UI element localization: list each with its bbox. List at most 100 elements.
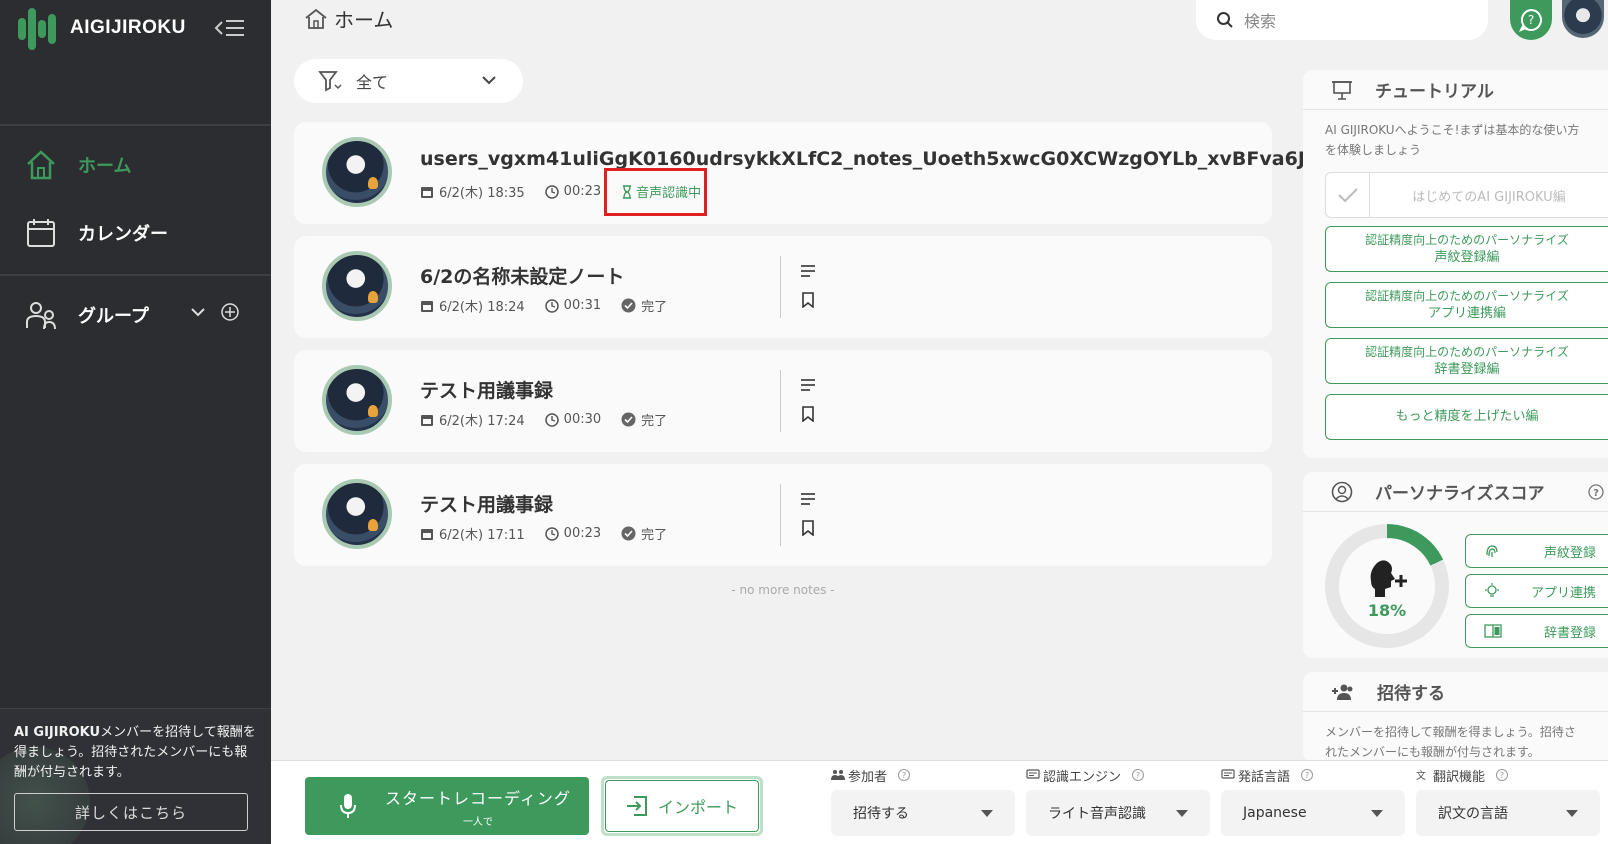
user-avatar[interactable] xyxy=(1562,0,1604,38)
note-card[interactable]: users_vgxm41uliGgK0160udrsykkXLfC2_notes… xyxy=(294,122,1337,224)
help-icon[interactable]: ? xyxy=(1588,483,1604,500)
sidebar-divider xyxy=(0,274,271,276)
sidebar: AIGIJIROKU ホーム カレンダー グループ AI GIJIROKUメンバ… xyxy=(0,0,271,844)
fingerprint-icon xyxy=(1486,545,1498,557)
tutorial-first-item[interactable]: はじめてのAI GIJIROKU編 xyxy=(1325,172,1608,218)
engine-option: 認識エンジン? ライト音声認識 xyxy=(1026,767,1210,836)
invite-header: 招待する xyxy=(1303,672,1608,712)
tutorial-more-accuracy-button[interactable]: もっと精度を上げたい編 xyxy=(1325,394,1608,440)
note-date: 6/2(木) 18:24 xyxy=(439,300,525,315)
start-recording-button[interactable]: スタートレコーディング 一人で xyxy=(305,777,589,835)
note-date: 6/2(木) 17:24 xyxy=(439,414,525,429)
sidebar-item-label: グループ xyxy=(78,306,149,327)
clock-icon xyxy=(544,184,559,199)
invite-description: メンバーを招待して報酬を得ましょう。招待されたメンバーにも報酬が付与されます。 xyxy=(1325,725,1576,759)
filter-value: 全て xyxy=(356,73,389,92)
presentation-board-icon xyxy=(1332,80,1352,100)
add-group-icon[interactable] xyxy=(220,302,240,322)
sidebar-item-group[interactable]: グループ xyxy=(24,298,149,332)
dropdown-arrow-icon xyxy=(1176,810,1188,817)
group-tools xyxy=(190,302,240,322)
check-circle-icon xyxy=(621,298,636,313)
personalize-score-panel: パーソナライズスコア ? 18% 声紋登録 アプリ連携 辞書登録 xyxy=(1303,472,1608,658)
note-separator xyxy=(780,484,781,546)
translation-select[interactable]: 訳文の言語 xyxy=(1416,790,1600,836)
calendar-icon xyxy=(421,414,433,426)
score-header: パーソナライズスコア ? xyxy=(1303,472,1608,512)
bookmark-icon[interactable] xyxy=(800,292,816,308)
dropdown-arrow-icon xyxy=(1566,810,1578,817)
note-date: 6/2(木) 18:35 xyxy=(439,186,525,201)
page-title: ホーム xyxy=(304,4,393,33)
note-separator xyxy=(780,370,781,432)
svg-text:?: ? xyxy=(1593,488,1599,499)
tutorial-app-link-button[interactable]: 認証精度向上のためのパーソナライズ アプリ連携編 xyxy=(1325,282,1608,328)
sidebar-item-calendar[interactable]: カレンダー xyxy=(24,216,168,250)
search-placeholder: 検索 xyxy=(1244,12,1277,31)
chevron-down-icon[interactable] xyxy=(190,306,206,318)
user-circle-icon xyxy=(1331,481,1353,502)
score-ring: 18% xyxy=(1325,524,1449,648)
note-card[interactable]: 6/2の名称未設定ノート 6/2(木) 18:24 00:31 完了 xyxy=(294,236,1272,338)
summary-lines-icon[interactable] xyxy=(800,492,816,506)
import-button[interactable]: インポート xyxy=(601,776,763,836)
summary-lines-icon[interactable] xyxy=(800,264,816,278)
help-button[interactable]: ? xyxy=(1510,0,1552,40)
lightbulb-icon xyxy=(1485,583,1499,597)
dictionary-button[interactable]: 辞書登録 xyxy=(1465,614,1608,648)
note-duration: 00:23 xyxy=(563,184,602,199)
note-status: 完了 xyxy=(621,296,667,315)
logo-text: AIGIJIROKU xyxy=(70,17,186,38)
microphone-icon xyxy=(340,794,356,818)
participants-select[interactable]: 招待する xyxy=(831,790,1015,836)
logo[interactable]: AIGIJIROKU xyxy=(16,6,186,50)
tutorial-voiceprint-button[interactable]: 認証精度向上のためのパーソナライズ 声紋登録編 xyxy=(1325,226,1608,272)
home-icon xyxy=(305,8,327,29)
note-card[interactable]: テスト用議事録 6/2(木) 17:11 00:23 完了 xyxy=(294,464,1272,566)
bookmark-icon[interactable] xyxy=(800,520,816,536)
person-add-icon xyxy=(1370,559,1407,597)
help-icon[interactable]: ? xyxy=(1301,769,1314,781)
note-meta: 6/2(木) 17:24 00:30 完了 xyxy=(420,410,681,429)
filter-icon xyxy=(318,71,342,92)
note-meta: 6/2(木) 18:24 00:31 完了 xyxy=(420,296,681,315)
tutorial-dictionary-button[interactable]: 認証精度向上のためのパーソナライズ 辞書登録編 xyxy=(1325,338,1608,384)
bottom-bar: スタートレコーディング 一人で インポート 参加者? 招待する 認識エンジン? … xyxy=(271,760,1608,844)
note-status: 完了 xyxy=(621,524,667,543)
speech-language-select[interactable]: Japanese xyxy=(1221,790,1405,836)
chat-help-icon: ? xyxy=(1519,9,1542,32)
sidebar-item-home[interactable]: ホーム xyxy=(24,148,131,182)
note-avatar xyxy=(322,137,392,207)
sidebar-divider xyxy=(0,124,271,126)
note-avatar xyxy=(322,251,392,321)
note-card[interactable]: テスト用議事録 6/2(木) 17:24 00:30 完了 xyxy=(294,350,1272,452)
help-icon[interactable]: ? xyxy=(898,769,911,781)
tutorial-header: チュートリアル xyxy=(1303,70,1608,110)
participants-icon xyxy=(831,770,845,780)
learn-more-button[interactable]: 詳しくはこちら xyxy=(14,793,248,831)
note-avatar xyxy=(322,365,392,435)
bookmark-icon[interactable] xyxy=(800,406,816,422)
engine-select[interactable]: ライト音声認識 xyxy=(1026,790,1210,836)
note-separator xyxy=(780,256,781,318)
promo-text: AI GIJIROKUメンバーを招待して報酬を得ましょう。招待されたメンバーにも… xyxy=(14,725,256,780)
dropdown-arrow-icon xyxy=(1371,810,1383,817)
voiceprint-button[interactable]: 声紋登録 xyxy=(1465,534,1608,568)
participants-option: 参加者? 招待する xyxy=(831,767,1015,836)
collapse-sidebar-icon[interactable] xyxy=(214,16,246,40)
help-icon[interactable]: ? xyxy=(1132,769,1145,781)
help-icon[interactable]: ? xyxy=(1496,769,1509,781)
filter-dropdown[interactable]: 全て xyxy=(294,59,523,103)
invite-users-icon xyxy=(1332,684,1353,700)
summary-lines-icon[interactable] xyxy=(800,378,816,392)
engine-icon xyxy=(1026,769,1040,779)
sidebar-item-label: ホーム xyxy=(78,156,132,177)
note-title: 6/2の名称未設定ノート xyxy=(420,266,625,288)
logo-icon xyxy=(16,6,62,50)
chevron-down-icon xyxy=(482,76,496,85)
note-tools xyxy=(800,492,816,536)
calendar-icon xyxy=(421,528,433,540)
search-input[interactable]: 検索 xyxy=(1196,0,1488,40)
app-link-button[interactable]: アプリ連携 xyxy=(1465,574,1608,608)
score-percent: 18% xyxy=(1367,600,1407,620)
